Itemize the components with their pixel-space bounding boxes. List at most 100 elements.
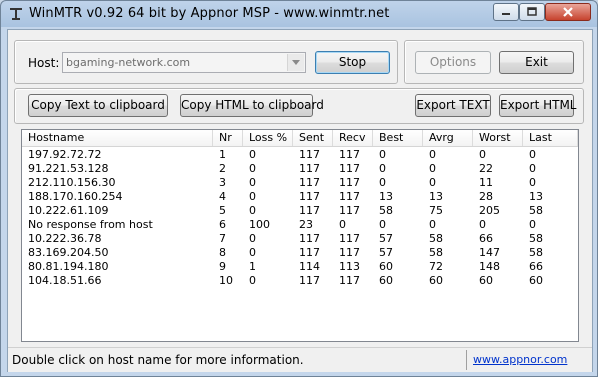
chevron-down-icon [292,60,300,65]
cell-recv: 0 [339,218,346,231]
appnor-link[interactable]: www.appnor.com [473,353,567,366]
cell-best: 0 [379,162,386,175]
cell-best: 13 [379,190,393,203]
cell-hostname[interactable]: 80.81.194.180 [22,260,213,274]
cell-best: 57 [379,232,393,245]
close-icon [563,7,573,17]
cell-recv: 117 [339,246,360,259]
stop-button[interactable]: Stop [315,51,390,74]
cell-best: 60 [379,260,393,273]
cell-hostname[interactable]: 104.18.51.66 [22,274,213,288]
cell-nr: 8 [219,246,226,259]
maximize-button[interactable] [519,3,545,21]
cell-recv: 117 [339,204,360,217]
export-text-button[interactable]: Export TEXT [415,94,491,117]
table-row[interactable]: 212.110.156.30 3 0 117 117 0 0 11 0 [22,176,578,190]
cell-nr: 2 [219,162,226,175]
table-row[interactable]: 91.221.53.128 2 0 117 117 0 0 22 0 [22,162,578,176]
cell-worst: 0 [479,218,486,231]
exit-button[interactable]: Exit [499,51,574,74]
cell-sent: 114 [299,260,320,273]
cell-loss: 0 [249,162,256,175]
cell-loss: 100 [249,218,270,231]
close-button[interactable] [545,3,591,21]
cell-nr: 5 [219,204,226,217]
status-message: Double click on host name for more infor… [12,353,304,367]
copy-text-button[interactable]: Copy Text to clipboard [28,94,168,117]
table-row[interactable]: 10.222.36.78 7 0 117 117 57 58 66 58 [22,232,578,246]
cell-recv: 117 [339,232,360,245]
cell-avrg: 0 [429,176,436,189]
cell-hostname[interactable]: 10.222.61.109 [22,204,213,218]
cell-loss: 0 [249,176,256,189]
table-row[interactable]: 197.92.72.72 1 0 117 117 0 0 0 0 [22,148,578,162]
host-dropdown-button[interactable] [287,54,304,71]
cell-recv: 117 [339,162,360,175]
table-row[interactable]: 104.18.51.66 10 0 117 117 60 60 60 60 [22,274,578,288]
column-header-worst[interactable]: Worst [473,130,523,146]
host-label: Host: [28,56,60,70]
column-header-last[interactable]: Last [523,130,578,146]
cell-hostname[interactable]: 197.92.72.72 [22,148,213,162]
minimize-button[interactable] [493,3,519,21]
cell-hostname[interactable]: 188.170.160.254 [22,190,213,204]
cell-last: 60 [529,274,543,287]
column-header-loss[interactable]: Loss % [243,130,293,146]
cell-last: 0 [529,218,536,231]
cell-avrg: 58 [429,232,443,245]
column-header-best[interactable]: Best [373,130,423,146]
cell-avrg: 0 [429,148,436,161]
cell-hostname[interactable]: 83.169.204.50 [22,246,213,260]
cell-best: 0 [379,148,386,161]
table-row[interactable]: 83.169.204.50 8 0 117 117 57 58 147 58 [22,246,578,260]
options-button[interactable]: Options [415,51,491,74]
cell-nr: 7 [219,232,226,245]
export-html-button[interactable]: Export HTML [499,94,577,117]
title-bar[interactable]: WinMTR v0.92 64 bit by Appnor MSP - www.… [1,1,597,27]
column-header-hostname[interactable]: Hostname [22,130,213,146]
cell-avrg: 60 [429,274,443,287]
maximize-icon [527,7,537,16]
client-area: Host: bgaming-network.com Stop Options E… [7,29,593,372]
table-row[interactable]: No response from host 6 100 23 0 0 0 0 0 [22,218,578,232]
host-combobox[interactable]: bgaming-network.com [62,52,306,73]
host-input[interactable]: bgaming-network.com [66,56,190,69]
cell-nr: 9 [219,260,226,273]
cell-hostname[interactable]: 212.110.156.30 [22,176,213,190]
cell-worst: 66 [479,232,493,245]
status-bar: Double click on host name for more infor… [8,347,592,372]
cell-nr: 6 [219,218,226,231]
cell-recv: 117 [339,176,360,189]
column-header-avrg[interactable]: Avrg [423,130,473,146]
cell-sent: 117 [299,232,320,245]
cell-hostname[interactable]: 10.222.36.78 [22,232,213,246]
cell-nr: 10 [219,274,233,287]
table-row[interactable]: 188.170.160.254 4 0 117 117 13 13 28 13 [22,190,578,204]
column-header-sent[interactable]: Sent [293,130,333,146]
copy-html-button[interactable]: Copy HTML to clipboard [180,94,324,117]
cell-hostname[interactable]: 91.221.53.128 [22,162,213,176]
cell-avrg: 58 [429,246,443,259]
cell-last: 66 [529,260,543,273]
cell-hostname[interactable]: No response from host [22,218,213,232]
cell-avrg: 72 [429,260,443,273]
table-row[interactable]: 80.81.194.180 9 1 114 113 60 72 148 66 [22,260,578,274]
cell-sent: 117 [299,274,320,287]
cell-worst: 147 [479,246,500,259]
column-header-nr[interactable]: Nr [213,130,243,146]
cell-sent: 117 [299,190,320,203]
column-header-recv[interactable]: Recv [333,130,373,146]
cell-worst: 11 [479,176,493,189]
cell-loss: 0 [249,190,256,203]
cell-nr: 3 [219,176,226,189]
cell-best: 0 [379,176,386,189]
cell-sent: 117 [299,176,320,189]
results-list[interactable]: Hostname Nr Loss % Sent Recv Best Avrg W… [21,129,579,342]
cell-best: 0 [379,218,386,231]
table-row[interactable]: 10.222.61.109 5 0 117 117 58 75 205 58 [22,204,578,218]
cell-sent: 117 [299,148,320,161]
cell-recv: 113 [339,260,360,273]
cell-last: 0 [529,176,536,189]
winmtr-window: WinMTR v0.92 64 bit by Appnor MSP - www.… [0,0,598,377]
cell-last: 13 [529,190,543,203]
